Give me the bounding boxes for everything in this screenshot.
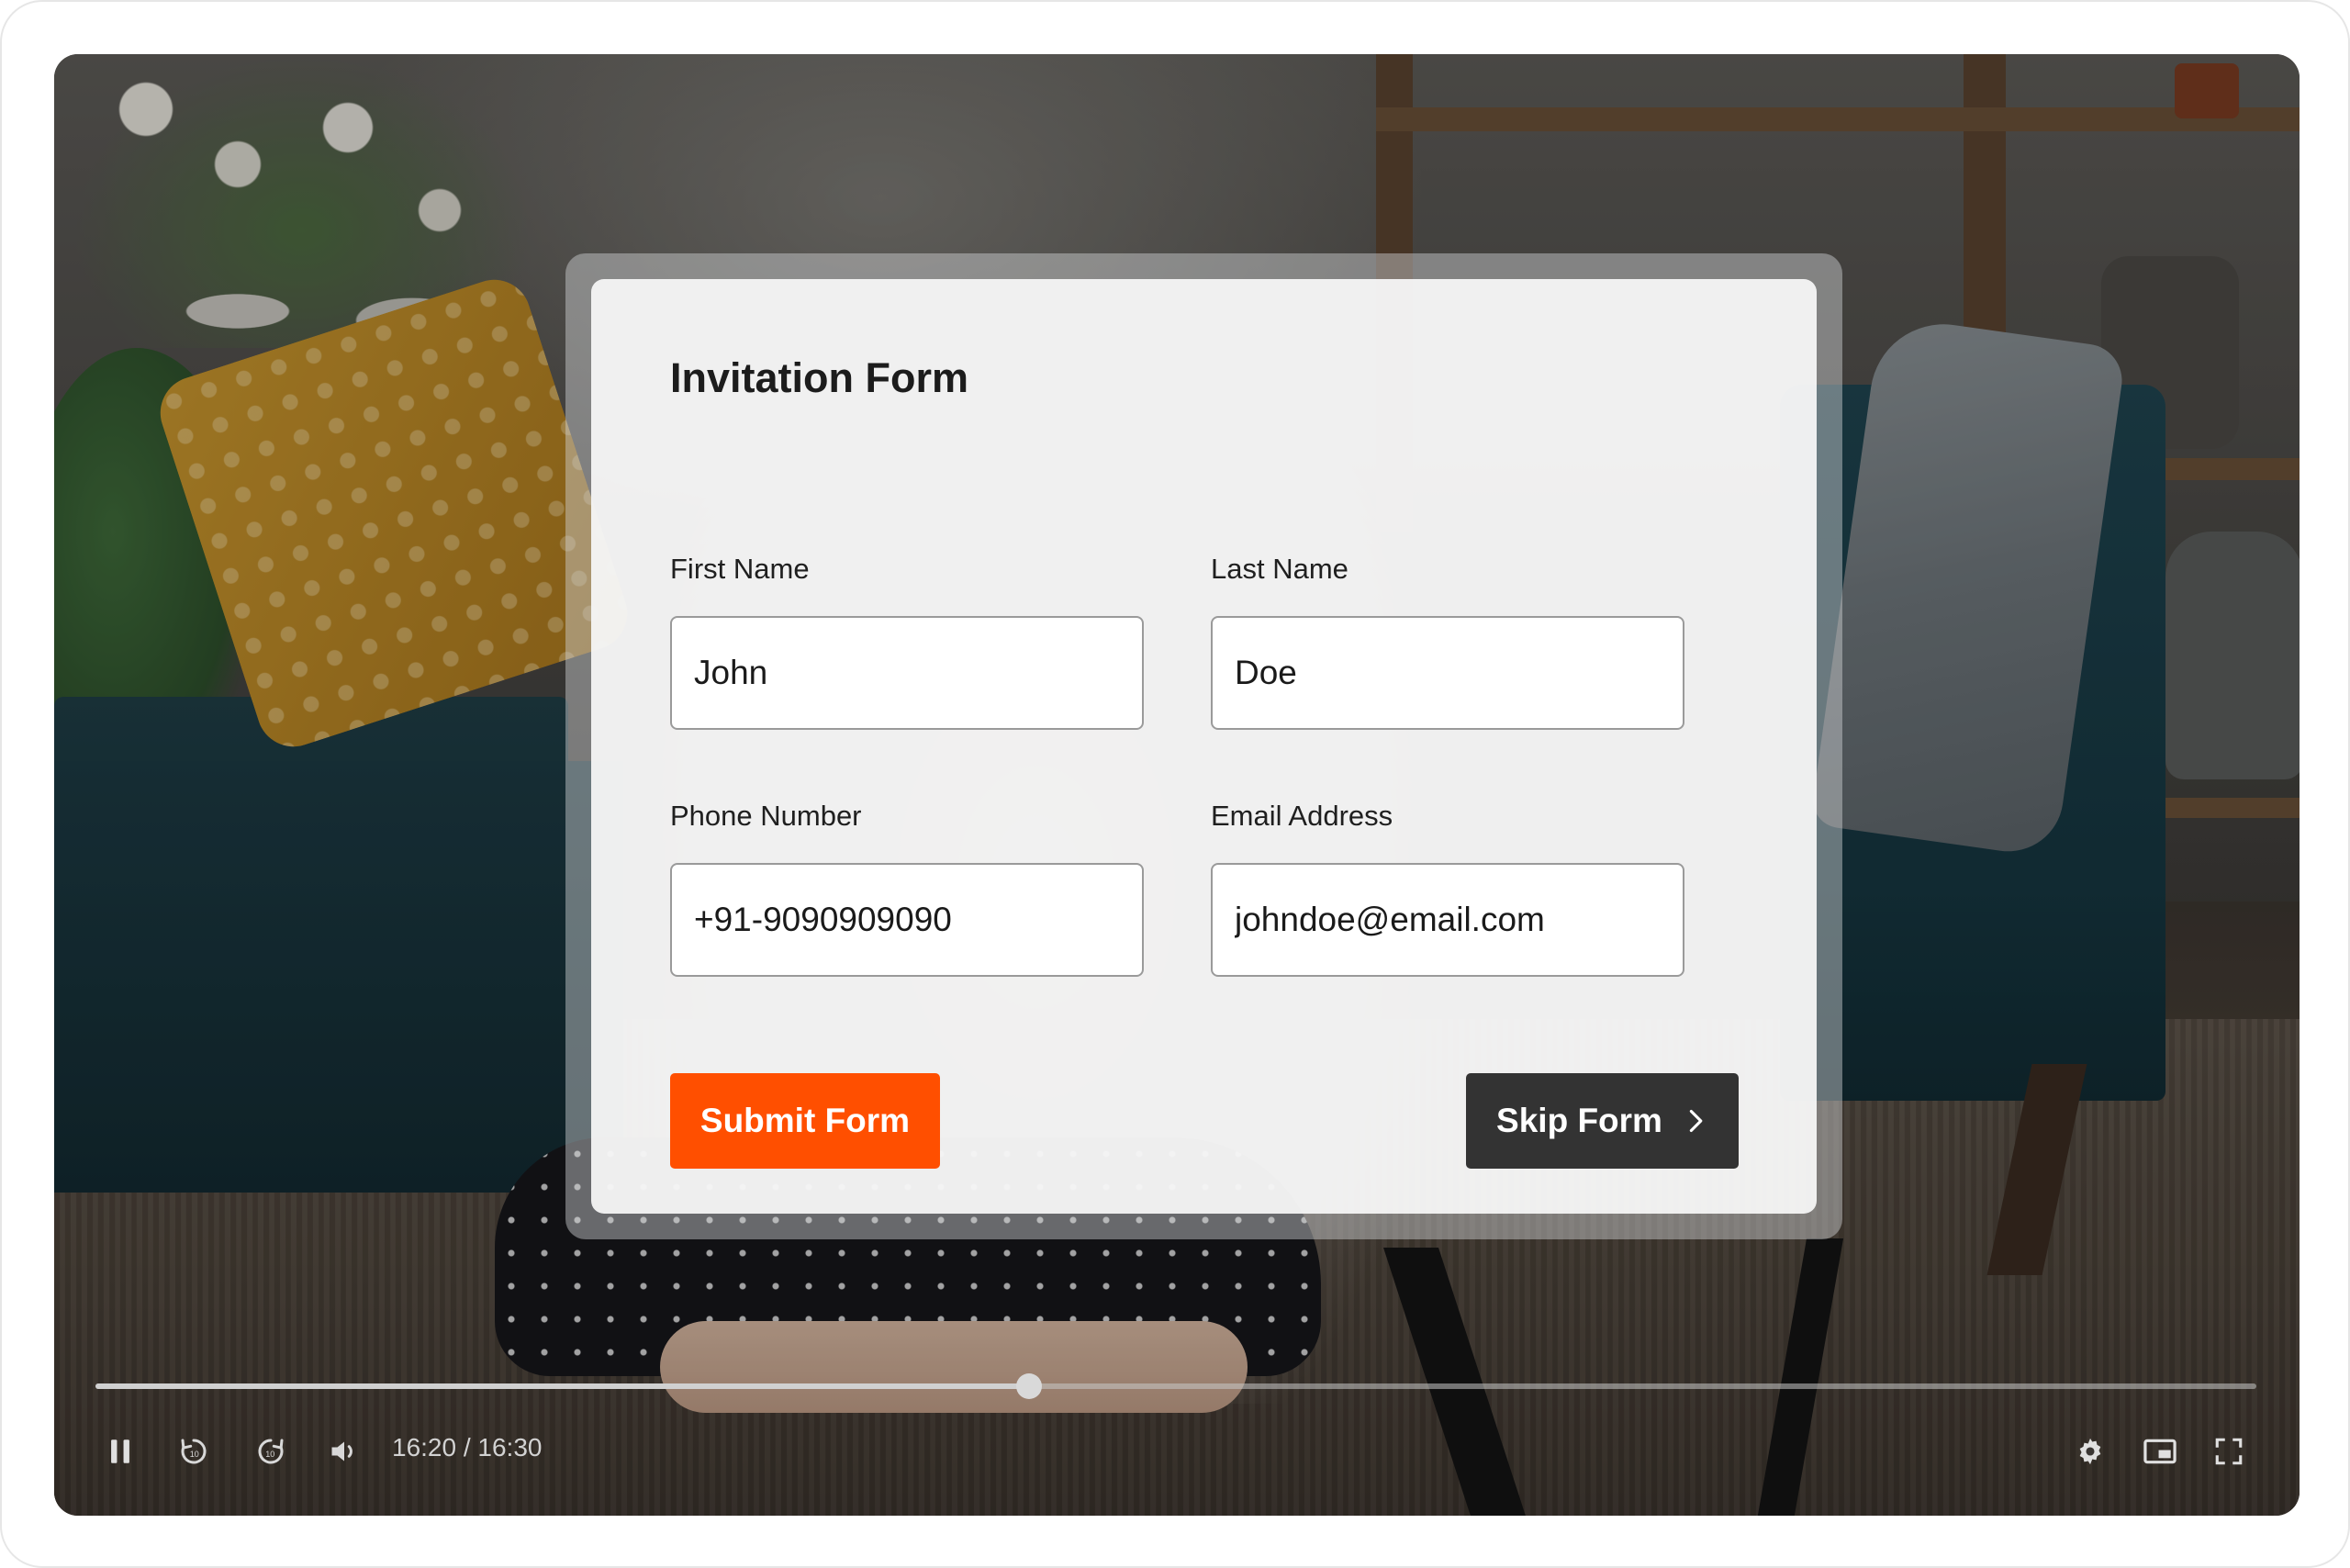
fullscreen-button[interactable] <box>2209 1431 2249 1472</box>
settings-gear-icon <box>2079 1438 2101 1465</box>
time-display: 16:20 / 16:30 <box>392 1433 543 1462</box>
volume-button[interactable] <box>324 1431 364 1472</box>
last-name-label: Last Name <box>1211 553 1348 585</box>
progress-track[interactable] <box>95 1373 2256 1399</box>
svg-text:10: 10 <box>190 1450 199 1459</box>
app-frame: Invitation Form First Name Last Name Pho… <box>0 0 2350 1568</box>
submit-form-label: Submit Form <box>699 1102 911 1139</box>
last-name-input[interactable] <box>1211 616 1684 730</box>
chevron-right-icon <box>1689 1109 1703 1133</box>
pause-icon <box>111 1439 129 1463</box>
invitation-form-modal: Invitation Form First Name Last Name Pho… <box>591 279 1817 1214</box>
forward-10-icon: 10 <box>258 1439 284 1464</box>
settings-button[interactable] <box>2070 1431 2110 1472</box>
miniplayer-button[interactable] <box>2140 1431 2180 1472</box>
pause-button[interactable] <box>100 1431 140 1472</box>
svg-text:10: 10 <box>265 1450 274 1459</box>
forward-10-button[interactable]: 10 <box>251 1431 291 1472</box>
rewind-10-icon: 10 <box>181 1439 207 1464</box>
progress-thumb[interactable] <box>1015 1373 1042 1399</box>
submit-form-button[interactable]: Submit Form <box>670 1073 940 1169</box>
email-address-label: Email Address <box>1211 800 1393 832</box>
phone-number-input[interactable] <box>670 863 1144 977</box>
skip-form-button[interactable]: Skip Form <box>1466 1073 1739 1169</box>
skip-form-label: Skip Form <box>1496 1102 1662 1139</box>
fullscreen-icon <box>2215 1438 2243 1465</box>
form-title: Invitation Form <box>670 354 968 401</box>
rewind-10-button[interactable]: 10 <box>173 1431 214 1472</box>
first-name-label: First Name <box>670 553 810 585</box>
email-address-input[interactable] <box>1211 863 1684 977</box>
video-player[interactable]: Invitation Form First Name Last Name Pho… <box>54 54 2300 1516</box>
volume-icon <box>331 1441 352 1462</box>
miniplayer-icon <box>2143 1439 2177 1464</box>
first-name-input[interactable] <box>670 616 1144 730</box>
progress-fill <box>95 1383 1029 1389</box>
phone-number-label: Phone Number <box>670 800 862 832</box>
